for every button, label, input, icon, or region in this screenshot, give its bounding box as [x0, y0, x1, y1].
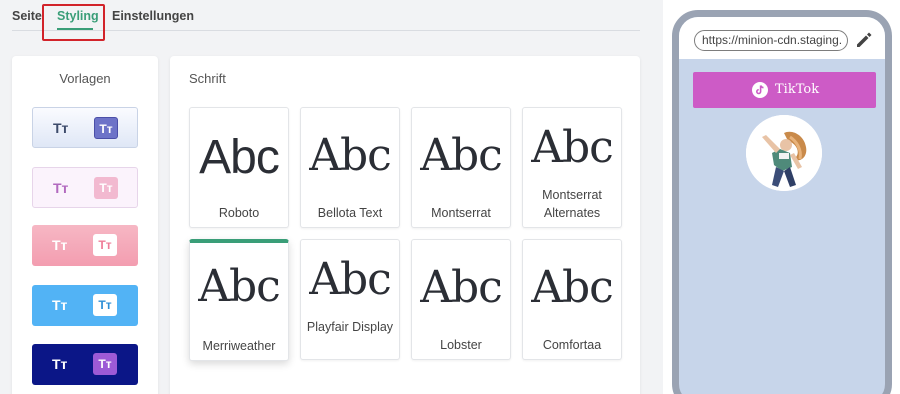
font-name: Bellota Text [317, 206, 383, 220]
template-label: Tт [52, 356, 68, 372]
font-name: Lobster [440, 338, 482, 352]
templates-panel: Vorlagen Tт Tт Tт Tт Tт Tт Tт Tт Tт Tт [12, 56, 158, 394]
font-card-playfair-display[interactable]: Abc Playfair Display [300, 239, 400, 360]
pencil-icon[interactable] [854, 30, 874, 50]
tab-bar: Seite Styling Einstellungen [0, 0, 640, 32]
font-name: Montserrat Alternates [542, 188, 602, 220]
font-sample: Abc [198, 261, 281, 312]
font-card-montserrat-alternates[interactable]: Abc Montserrat Alternates [522, 107, 622, 228]
font-sample: Abc [309, 254, 392, 305]
font-card-montserrat[interactable]: Abc Montserrat [411, 107, 511, 228]
font-sample: Abc [420, 262, 503, 313]
template-label: Tт [52, 237, 68, 253]
font-name: Comfortaa [542, 338, 602, 352]
template-badge: Tт [93, 353, 117, 375]
font-sample: Abc [420, 130, 503, 181]
template-option[interactable]: Tт Tт [32, 107, 138, 148]
template-option[interactable]: Tт Tт [32, 167, 138, 208]
template-label: Tт [53, 120, 69, 136]
tab-divider [12, 30, 640, 31]
template-badge: Tт [94, 177, 118, 199]
font-sample: Abc [199, 131, 280, 184]
font-sample: Abc [309, 130, 392, 181]
tab-einstellungen[interactable]: Einstellungen [112, 9, 194, 23]
font-card-comfortaa[interactable]: Abc Comfortaa [522, 239, 622, 360]
font-card-roboto[interactable]: Abc Roboto [189, 107, 289, 228]
tab-styling[interactable]: Styling [57, 9, 99, 23]
tiktok-link-button[interactable]: TikTok [693, 72, 876, 108]
phone-preview: https://minion-cdn.staging. TikTok [672, 10, 892, 394]
url-field[interactable]: https://minion-cdn.staging. [694, 30, 848, 51]
template-option[interactable]: Tт Tт [32, 225, 138, 266]
font-name: Roboto [218, 206, 260, 220]
template-label: Tт [52, 297, 68, 313]
template-badge: Tт [94, 117, 118, 139]
font-card-bellota-text[interactable]: Abc Bellota Text [300, 107, 400, 228]
template-option[interactable]: Tт Tт [32, 285, 138, 326]
avatar [746, 115, 822, 191]
templates-title: Vorlagen [59, 71, 111, 86]
font-sample: Abc [531, 122, 614, 173]
template-badge: Tт [93, 294, 117, 316]
font-sample: Abc [531, 262, 614, 313]
font-name: Montserrat [431, 206, 491, 220]
template-label: Tт [53, 180, 69, 196]
url-bar: https://minion-cdn.staging. [679, 17, 885, 59]
font-name: Merriweather [202, 339, 276, 353]
template-badge: Tт [93, 234, 117, 256]
font-card-lobster[interactable]: Abc Lobster [411, 239, 511, 360]
tiktok-button-label: TikTok [775, 82, 820, 97]
font-name: Playfair Display [306, 320, 394, 334]
tiktok-icon [752, 82, 768, 98]
template-option[interactable]: Tт Tт [32, 344, 138, 385]
font-panel: Schrift Abc Roboto Abc Bellota Text Abc … [170, 56, 640, 394]
font-panel-title: Schrift [189, 71, 226, 86]
tab-seite[interactable]: Seite [12, 9, 42, 23]
font-card-merriweather[interactable]: Abc Merriweather [189, 239, 289, 361]
